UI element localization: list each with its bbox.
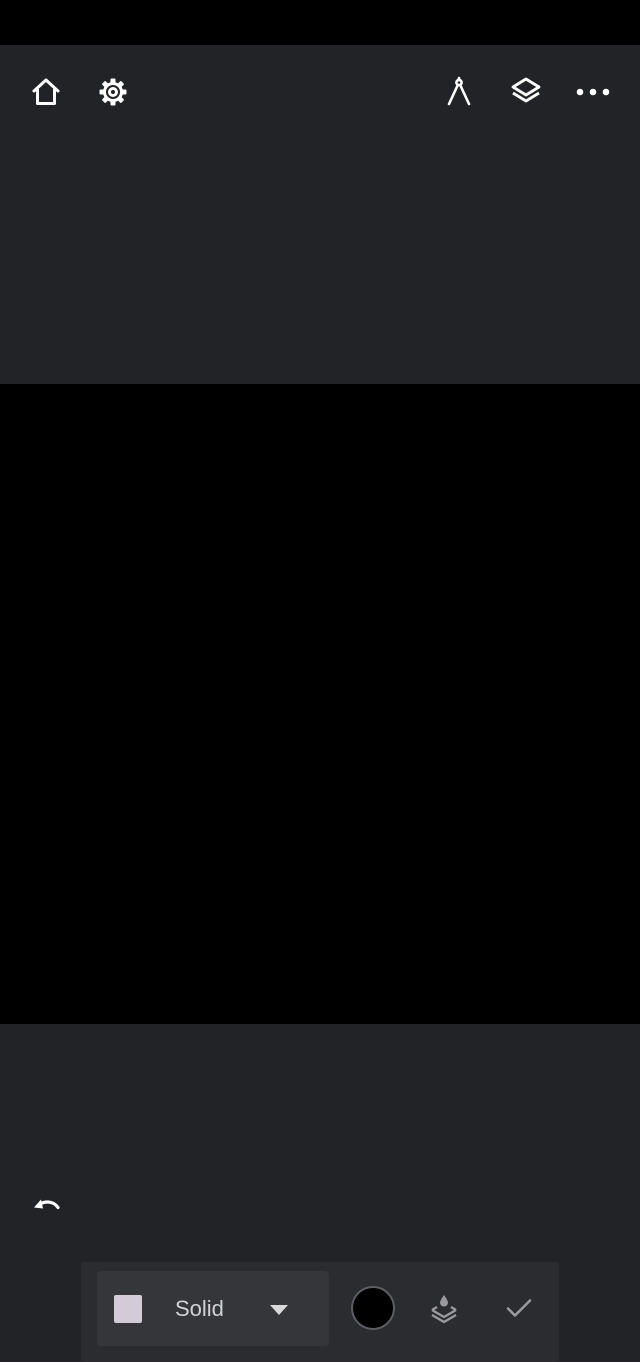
undo-button[interactable] — [22, 1182, 70, 1230]
fill-type-label: Solid — [175, 1296, 224, 1321]
fill-swatch — [114, 1295, 142, 1323]
layer-fill-button[interactable] — [420, 1284, 468, 1332]
more-button[interactable] — [569, 68, 617, 116]
home-button[interactable] — [22, 68, 70, 116]
dropdown-caret-icon — [269, 1303, 289, 1315]
more-horizontal-icon — [576, 76, 610, 108]
color-picker-button[interactable] — [351, 1286, 395, 1330]
gear-icon — [97, 76, 129, 108]
compass-icon — [443, 76, 475, 108]
layers-button[interactable] — [502, 68, 550, 116]
guides-button[interactable] — [435, 68, 483, 116]
fill-type-dropdown[interactable]: Solid — [97, 1271, 329, 1346]
confirm-button[interactable] — [495, 1284, 543, 1332]
undo-icon — [30, 1190, 62, 1222]
workspace-top — [0, 45, 640, 384]
layer-fill-icon — [428, 1292, 460, 1324]
layers-icon — [510, 76, 542, 108]
settings-button[interactable] — [89, 68, 137, 116]
fill-toolbar: Solid — [81, 1262, 559, 1362]
drawing-canvas[interactable] — [0, 384, 640, 1024]
check-icon — [504, 1293, 534, 1323]
status-bar — [0, 0, 640, 45]
home-icon — [30, 76, 62, 108]
